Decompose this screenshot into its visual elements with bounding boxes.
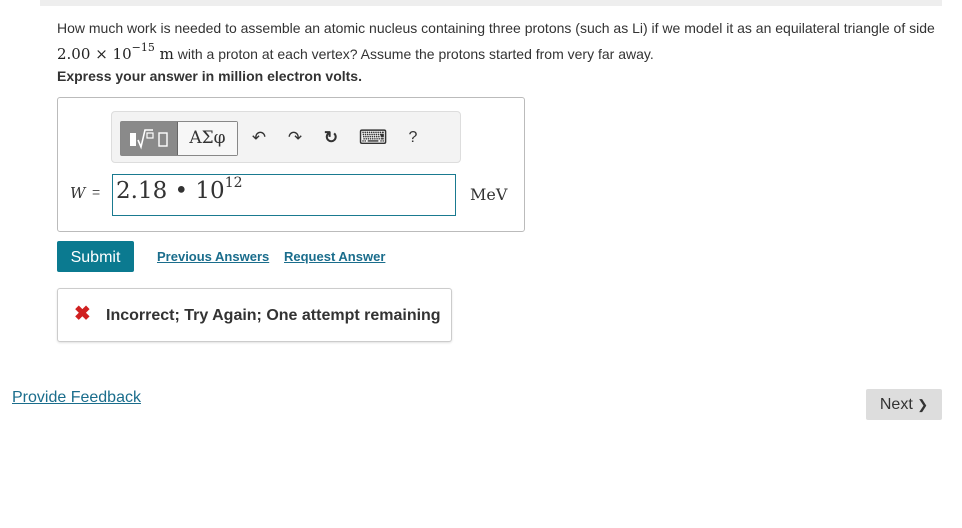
answer-input[interactable]: 2.18 • 1012	[112, 174, 456, 216]
question-side-value: 2.00 × 10−15 m	[57, 41, 174, 63]
answer-mantissa: 2.18	[116, 178, 168, 204]
greek-symbols-button[interactable]: ΑΣφ	[178, 122, 237, 155]
question-text: How much work is needed to assemble an a…	[57, 18, 937, 65]
times-sign: ×	[95, 45, 108, 63]
question-text-part2: with a proton at each vertex? Assume the…	[173, 46, 654, 62]
top-divider	[40, 0, 942, 6]
undo-icon[interactable]: ↶	[248, 127, 270, 149]
answer-base: 10	[195, 178, 225, 204]
templates-button[interactable]	[121, 122, 178, 155]
answer-variable: W	[70, 184, 86, 202]
templates-icon	[130, 129, 168, 150]
chevron-right-icon: ❯	[917, 397, 929, 412]
answer-equals: =	[92, 184, 101, 200]
next-button[interactable]: Next ❯	[866, 389, 942, 420]
reset-icon[interactable]: ↻	[320, 127, 342, 149]
answer-panel: ΑΣφ ↶ ↷ ↻ ⌨ ? W = 2.18 • 1012 MeV	[57, 97, 525, 232]
help-icon[interactable]: ?	[402, 127, 424, 149]
power-base: 10	[112, 45, 132, 63]
keyboard-icon[interactable]: ⌨	[358, 127, 388, 149]
redo-icon[interactable]: ↷	[284, 127, 306, 149]
template-button-group: ΑΣφ	[120, 121, 238, 156]
math-toolbar: ΑΣφ ↶ ↷ ↻ ⌨ ?	[111, 111, 461, 163]
answer-unit: MeV	[470, 185, 508, 204]
answer-dot: •	[174, 178, 189, 204]
side-unit: m	[159, 45, 174, 63]
next-label: Next	[879, 396, 913, 413]
answer-instruction: Express your answer in million electron …	[57, 68, 362, 84]
previous-answers-link[interactable]: Previous Answers	[157, 249, 269, 264]
feedback-text: Incorrect; Try Again; One attempt remain…	[106, 307, 441, 324]
answer-exponent: 12	[224, 175, 243, 191]
incorrect-icon: ✖	[74, 303, 91, 325]
answer-value: 2.18 • 1012	[116, 175, 243, 204]
request-answer-link[interactable]: Request Answer	[284, 249, 385, 264]
power-exponent: −15	[131, 41, 155, 54]
submit-button[interactable]: Submit	[57, 241, 134, 272]
feedback-message: ✖ Incorrect; Try Again; One attempt rema…	[57, 288, 452, 342]
provide-feedback-link[interactable]: Provide Feedback	[12, 389, 141, 407]
side-value: 2.00	[57, 45, 91, 63]
question-text-part1: How much work is needed to assemble an a…	[57, 20, 935, 36]
